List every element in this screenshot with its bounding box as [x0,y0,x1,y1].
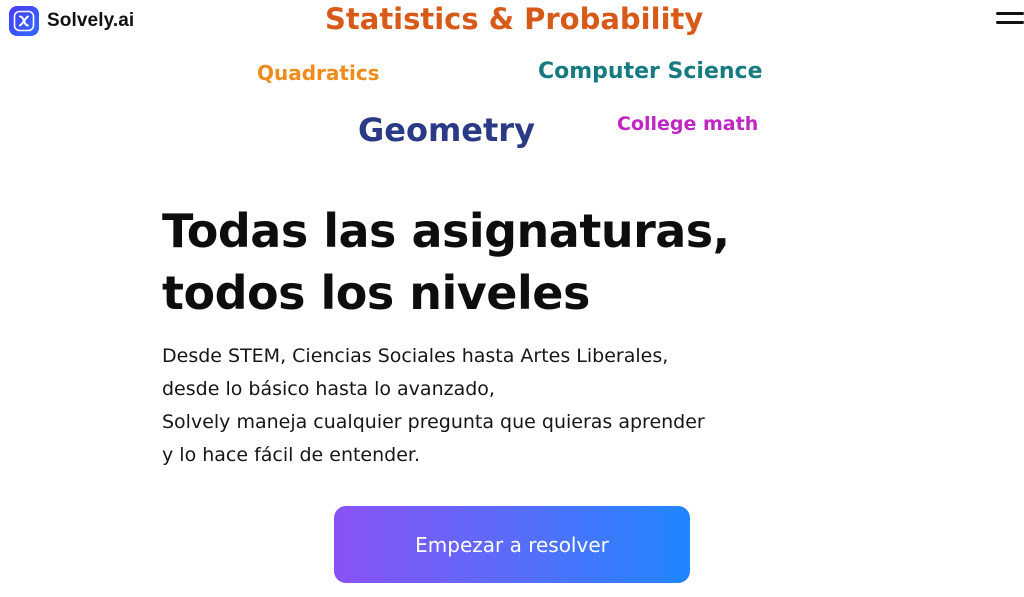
subject-college-math[interactable]: College math [617,113,758,135]
start-solving-button[interactable]: Empezar a resolver [334,506,690,583]
hamburger-menu-icon[interactable] [996,10,1024,30]
hero-title-line-1: Todas las asignaturas, [162,204,730,258]
subject-statistics-probability[interactable]: Statistics & Probability [325,2,703,36]
subject-geometry[interactable]: Geometry [358,111,535,149]
logo[interactable]: Solvely.ai [9,6,134,36]
hero-description-line: Desde STEM, Ciencias Sociales hasta Arte… [162,345,669,367]
hero-description-line: desde lo básico hasta lo avanzado, [162,378,495,400]
hero-title-line-2: todos los niveles [162,266,590,320]
hero-title: Todas las asignaturas, todos los niveles [162,200,730,324]
logo-text: Solvely.ai [47,10,135,31]
hero-description: Desde STEM, Ciencias Sociales hasta Arte… [162,340,705,472]
subject-computer-science[interactable]: Computer Science [538,59,763,84]
hero-description-line: y lo hace fácil de entender. [162,444,421,466]
menu-bar-bottom [996,21,1024,24]
menu-bar-top [996,12,1024,15]
x-math-icon [9,6,39,36]
subject-quadratics[interactable]: Quadratics [257,61,380,85]
hero-description-line: Solvely maneja cualquier pregunta que qu… [162,411,705,433]
